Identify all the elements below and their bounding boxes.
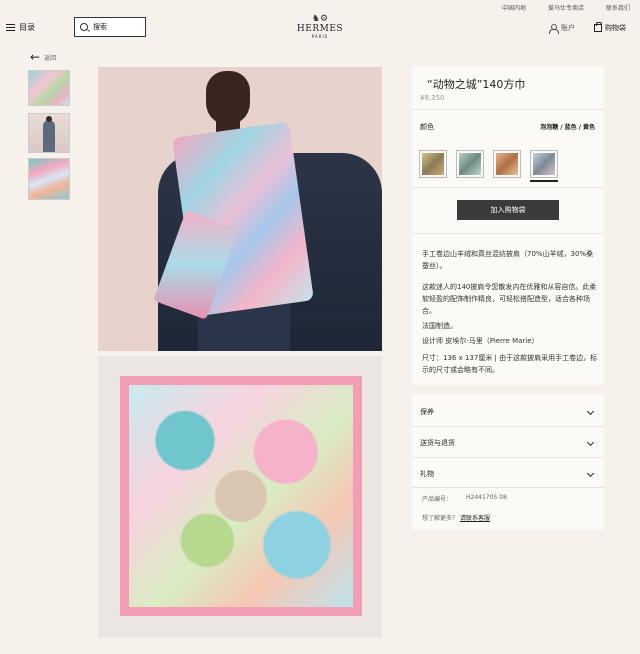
- color-value: 泡泡糖 / 蓝色 / 黄色: [540, 124, 595, 131]
- contact-service-link[interactable]: 请联系客服: [460, 515, 490, 522]
- account-button[interactable]: 账户: [549, 23, 575, 34]
- help-line: 想了解更多？ 请联系客服: [422, 513, 490, 522]
- divider: [412, 233, 604, 234]
- accordion-care[interactable]: 保养: [420, 407, 596, 417]
- add-to-bag-button[interactable]: 加入购物袋: [457, 200, 559, 220]
- chevron-down-icon: [586, 469, 595, 477]
- sku-label: 产品编号：: [422, 496, 453, 503]
- logo-brand-text: HERMES: [296, 24, 344, 34]
- thumbnail-model[interactable]: [28, 113, 70, 153]
- description-style: 这款迷人的140披肩令您散发内在优雅和从容自信。此柔软轻盈的配饰制作精良，可轻松…: [422, 283, 597, 315]
- region-link[interactable]: 中国内地: [502, 3, 526, 12]
- hamburger-icon: [6, 24, 15, 31]
- color-label: 颜色: [420, 123, 434, 131]
- info-accordion: 保养 送货与退货 礼物 产品编号： H244170S 08 想了解更多？ 请联系…: [412, 395, 604, 530]
- search-placeholder: 搜索: [93, 23, 107, 31]
- thumbnail-scarf-flat[interactable]: [28, 70, 70, 106]
- top-utility-bar: 中国内地 爱马仕专卖店 联系我们: [502, 0, 630, 14]
- product-sku: 产品编号： H244170S 08: [422, 494, 507, 503]
- scarf-pattern: [129, 385, 353, 607]
- thumbnail-scarf-detail[interactable]: [28, 158, 70, 200]
- accordion-shipping[interactable]: 送货与退货: [420, 438, 596, 448]
- arrow-left-icon: ←: [30, 50, 41, 64]
- divider: [412, 109, 604, 110]
- model-figure: [43, 116, 55, 152]
- product-photo-scarf: [98, 356, 382, 638]
- color-swatches: [419, 150, 558, 182]
- contact-link[interactable]: 联系我们: [606, 3, 630, 12]
- shopping-bag-icon: [594, 22, 602, 32]
- accordion-label: 保养: [420, 408, 434, 416]
- divider: [412, 457, 604, 458]
- logo-city-text: PARIS: [311, 34, 329, 39]
- swatch-4-selected[interactable]: [530, 150, 558, 182]
- menu-button[interactable]: 目录: [6, 22, 35, 33]
- accordion-gift[interactable]: 礼物: [420, 469, 596, 479]
- person-icon: [549, 23, 559, 34]
- help-text: 想了解更多？: [422, 515, 459, 522]
- accordion-label: 礼物: [420, 470, 434, 478]
- site-header: 目录 搜索 ♞⚙ HERMES PARIS 账户 购物袋: [0, 14, 640, 42]
- cart-button[interactable]: 购物袋: [594, 22, 626, 33]
- product-price: ¥8,350: [420, 94, 445, 102]
- model-head: [206, 71, 250, 125]
- back-label: 返回: [44, 54, 57, 62]
- accordion-label: 送货与退货: [420, 439, 455, 447]
- brand-logo[interactable]: ♞⚙ HERMES PARIS: [290, 14, 350, 40]
- swatch-3[interactable]: [493, 150, 521, 178]
- product-photo-model: [98, 67, 382, 351]
- divider: [412, 426, 604, 427]
- scarf-square: [120, 376, 362, 616]
- carriage-icon: ♞⚙: [311, 14, 329, 24]
- stores-link[interactable]: 爱马仕专卖店: [548, 3, 584, 12]
- search-input[interactable]: 搜索: [74, 17, 146, 37]
- menu-label: 目录: [19, 23, 35, 32]
- divider: [412, 187, 604, 188]
- swatch-2[interactable]: [456, 150, 484, 178]
- description-designer: 设计师 皮埃尔-马里（Pierre Marie）: [422, 337, 539, 345]
- chevron-down-icon: [586, 438, 595, 446]
- account-label: 账户: [561, 24, 575, 32]
- product-info-panel: “动物之城”140方巾 ¥8,350 颜色 泡泡糖 / 蓝色 / 黄色 加入购物…: [412, 67, 604, 385]
- swatch-1[interactable]: [419, 150, 447, 178]
- search-icon: [80, 23, 88, 31]
- product-title: “动物之城”140方巾: [427, 78, 526, 91]
- description-material: 手工卷边山羊绒和真丝混纺披肩（70%山羊绒，30%桑蚕丝）。: [422, 250, 594, 270]
- divider: [412, 487, 604, 488]
- cart-label: 购物袋: [605, 24, 626, 32]
- back-link[interactable]: ← 返回: [30, 50, 57, 64]
- sku-value: H244170S 08: [466, 494, 507, 501]
- description-origin: 法国制造。: [422, 322, 457, 330]
- description-size: 尺寸：136 x 137厘米 | 由于这款披肩采用手工卷边，标示的尺寸或会略有不…: [422, 354, 598, 374]
- chevron-down-icon: [586, 407, 595, 415]
